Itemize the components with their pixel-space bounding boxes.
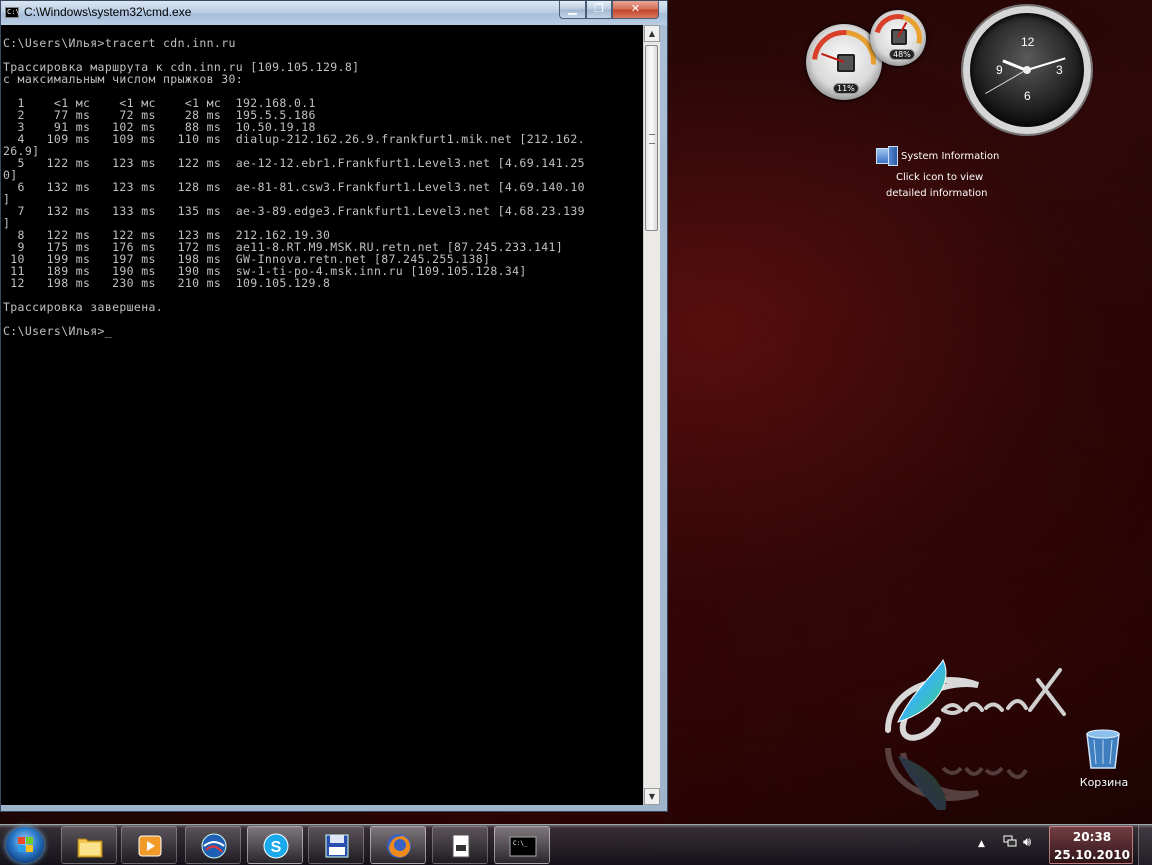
console-line: 12 198 ms 230 ms 210 ms 109.105.129.8	[3, 276, 331, 290]
console-line: 5 122 ms 123 ms 122 ms ae-12-12.ebr1.Fra…	[3, 156, 585, 170]
wallpaper-logo	[885, 658, 1066, 810]
scroll-down-arrow-icon[interactable]: ▼	[644, 788, 660, 805]
show-hidden-icons-arrow-icon[interactable]: ▲	[978, 839, 985, 849]
recycle-bin-desktop-icon[interactable]: Корзина	[1076, 722, 1132, 794]
start-button[interactable]	[6, 827, 44, 863]
clock-number-12: 12	[1021, 35, 1035, 49]
console-line: C:\Users\Илья>tracert cdn.inn.ru	[3, 36, 236, 50]
console-line: 7 132 ms 133 ms 135 ms ae-3-89.edge3.Fra…	[3, 204, 585, 218]
media-player-icon	[138, 835, 162, 857]
gadget-description-line2: detailed information	[886, 188, 988, 199]
taskbar-skype[interactable]: S	[247, 826, 303, 864]
vertical-scrollbar[interactable]: ▲ ▼	[643, 25, 660, 805]
notepad-icon	[452, 834, 470, 858]
floppy-disk-icon	[325, 834, 349, 858]
taskbar-cmd[interactable]: C:\_	[494, 826, 550, 864]
taskbar-notepad[interactable]	[432, 826, 488, 864]
console-icon: C:\_	[509, 836, 537, 857]
close-button[interactable]: ✕	[612, 1, 659, 19]
firefox-icon	[387, 834, 411, 858]
gadget-description-line1: Click icon to view	[896, 172, 984, 183]
console-line: 6 132 ms 123 ms 128 ms ae-81-81.csw3.Fra…	[3, 180, 585, 194]
globe-icon	[201, 833, 227, 859]
clock-second-hand	[985, 69, 1028, 94]
clock-gadget[interactable]: 12 3 6 9	[963, 6, 1091, 134]
gadget-title: System Information	[901, 151, 1000, 162]
grip-icon	[649, 134, 655, 144]
memory-usage-label: 48%	[889, 49, 915, 60]
clock-number-6: 6	[1024, 89, 1031, 103]
console-line: C:\Users\Илья>	[3, 324, 105, 338]
computer-tower-icon[interactable]	[888, 146, 898, 166]
maximize-button[interactable]: ❐	[586, 1, 612, 19]
svg-text:C:\_: C:\_	[513, 840, 528, 847]
taskbar-google-earth[interactable]	[185, 826, 241, 864]
text-cursor: _	[104, 324, 113, 338]
close-icon: ✕	[630, 2, 641, 15]
tray-date: 25.10.2010	[1054, 848, 1130, 862]
recycle-bin-label: Корзина	[1079, 776, 1129, 789]
network-icon[interactable]	[1003, 834, 1017, 848]
recycle-bin-icon	[1086, 729, 1120, 769]
folder-icon	[77, 838, 103, 858]
volume-icon[interactable]: 🔊︎	[1023, 835, 1031, 850]
taskbar: S C:\_ ▲ 🔊︎ 20:38 25.10.2010	[0, 824, 1152, 865]
taskbar-save-utility[interactable]	[308, 826, 364, 864]
skype-icon: S	[263, 833, 289, 859]
svg-text:S: S	[271, 839, 282, 856]
taskbar-firefox[interactable]	[370, 826, 426, 864]
show-desktop-button[interactable]	[1138, 825, 1152, 865]
taskbar-media-player[interactable]	[121, 826, 177, 864]
console-line: 4 109 ms 109 ms 110 ms dialup-212.162.26…	[3, 132, 585, 146]
minimize-button[interactable]: ▁	[559, 1, 586, 19]
taskbar-windows-explorer[interactable]	[61, 826, 117, 864]
windows-logo-icon	[18, 837, 25, 844]
memory-meter-gadget[interactable]: 48%	[865, 5, 931, 71]
tray-clock[interactable]: 20:38 25.10.2010	[1049, 826, 1133, 864]
minimize-icon: ▁	[568, 2, 577, 15]
cmd-icon[interactable]: C:\	[5, 7, 20, 18]
scroll-up-arrow-icon[interactable]: ▲	[644, 25, 660, 42]
console-line: с максимальным числом прыжков 30:	[3, 72, 244, 86]
title-bar[interactable]: C:\ C:\Windows\system32\cmd.exe ▁ ❐ ✕	[1, 1, 667, 25]
restore-icon: ❐	[594, 2, 604, 15]
clock-number-3: 3	[1056, 63, 1063, 77]
console-line: Трассировка завершена.	[3, 300, 164, 314]
cmd-window[interactable]: C:\ C:\Windows\system32\cmd.exe ▁ ❐ ✕ C:…	[0, 0, 668, 812]
scrollbar-thumb[interactable]	[645, 45, 658, 231]
cpu-chip-icon	[837, 54, 855, 72]
console-output[interactable]: C:\Users\Илья>tracert cdn.inn.ru Трассир…	[1, 25, 643, 805]
clock-center-pin	[1023, 66, 1031, 74]
tray-time: 20:38	[1072, 830, 1112, 844]
console-text: C:\Users\Илья>tracert cdn.inn.ru Трассир…	[1, 25, 643, 337]
window-title: C:\Windows\system32\cmd.exe	[24, 5, 192, 19]
clock-number-9: 9	[996, 63, 1003, 77]
cpu-usage-label: 11%	[833, 83, 859, 94]
